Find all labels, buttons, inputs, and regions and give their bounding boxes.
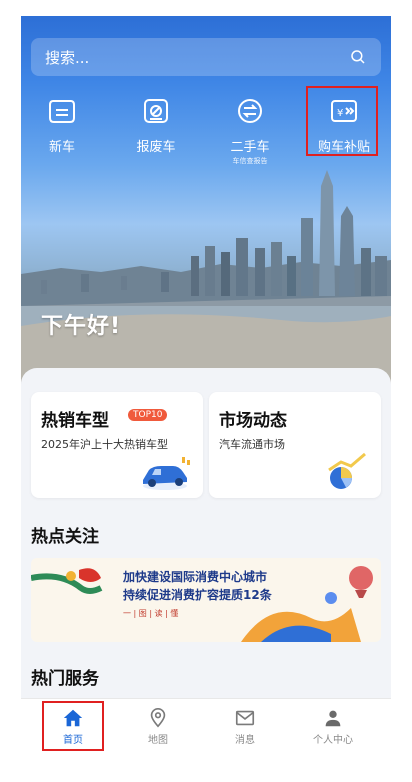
hot-models-subtitle: 2025年沪上十大热销车型 bbox=[41, 438, 168, 451]
city-skyline-image bbox=[21, 170, 391, 388]
tab-messages[interactable]: 消息 bbox=[215, 707, 275, 746]
mail-icon bbox=[235, 710, 255, 726]
exchange-icon bbox=[238, 99, 262, 123]
nav-new-car-label: 新车 bbox=[48, 140, 75, 155]
subsidy-highlight-box bbox=[306, 86, 378, 156]
nav-scrap-car-label: 报废车 bbox=[136, 140, 176, 155]
tab-messages-label: 消息 bbox=[235, 735, 255, 746]
hot-topics-title: 热点关注 bbox=[31, 527, 99, 547]
user-icon bbox=[325, 710, 341, 727]
nav-used-car-sublabel: 车信查报告 bbox=[232, 157, 268, 165]
nav-used-car[interactable]: 二手车 车信查报告 bbox=[213, 94, 287, 166]
hot-services-title: 热门服务 bbox=[31, 669, 99, 689]
market-trends-card[interactable]: 市场动态 汽车流通市场 bbox=[209, 392, 381, 498]
tab-profile[interactable]: 个人中心 bbox=[303, 707, 363, 746]
pie-chart-illustration-icon bbox=[328, 452, 366, 489]
nav-scrap-car[interactable]: 报废车 bbox=[119, 94, 193, 155]
home-tab-highlight-box bbox=[42, 701, 104, 751]
hot-models-card[interactable]: 热销车型 TOP10 2025年沪上十大热销车型 bbox=[31, 392, 203, 498]
tab-profile-label: 个人中心 bbox=[313, 735, 353, 746]
top10-badge: TOP10 bbox=[128, 409, 168, 421]
map-pin-icon bbox=[150, 708, 166, 728]
banner-headline-1: 加快建设国际消费中心城市 bbox=[123, 570, 268, 584]
nav-used-car-label: 二手车 bbox=[230, 140, 270, 155]
hot-models-title: 热销车型 bbox=[41, 411, 109, 431]
banner-tagline: 一 | 图 | 读 | 懂 bbox=[123, 609, 179, 618]
search-bar[interactable]: 搜索... bbox=[31, 38, 381, 76]
nav-new-car[interactable]: 新车 bbox=[25, 94, 99, 155]
policy-banner[interactable]: 加快建设国际消费中心城市 持续促进消费扩容提质12条 一 | 图 | 读 | 懂 bbox=[31, 558, 381, 642]
search-placeholder: 搜索... bbox=[45, 48, 90, 67]
banner-headline-2: 持续促进消费扩容提质12条 bbox=[123, 588, 272, 602]
market-trends-title: 市场动态 bbox=[219, 411, 287, 431]
main-content: 热销车型 TOP10 2025年沪上十大热销车型 市场动态 汽车流通市场 热点关… bbox=[21, 368, 391, 698]
tab-map[interactable]: 地图 bbox=[128, 707, 188, 746]
car-illustration-icon bbox=[143, 457, 190, 490]
market-trends-subtitle: 汽车流通市场 bbox=[219, 438, 285, 451]
app-screen: 搜索... 新车 报废车 二手车 车信查报告 ¥ 购车补贴 下午好! 热销车型 … bbox=[21, 16, 391, 756]
search-icon[interactable] bbox=[349, 48, 367, 66]
scrap-car-icon bbox=[144, 99, 168, 123]
tab-map-label: 地图 bbox=[148, 735, 168, 746]
car-front-icon bbox=[49, 100, 75, 123]
bottom-tab-bar: 首页 地图 消息 个人中心 bbox=[21, 698, 391, 756]
greeting-text: 下午好! bbox=[41, 314, 122, 339]
hero-header: 搜索... 新车 报废车 二手车 车信查报告 ¥ 购车补贴 下午好! bbox=[21, 16, 391, 388]
